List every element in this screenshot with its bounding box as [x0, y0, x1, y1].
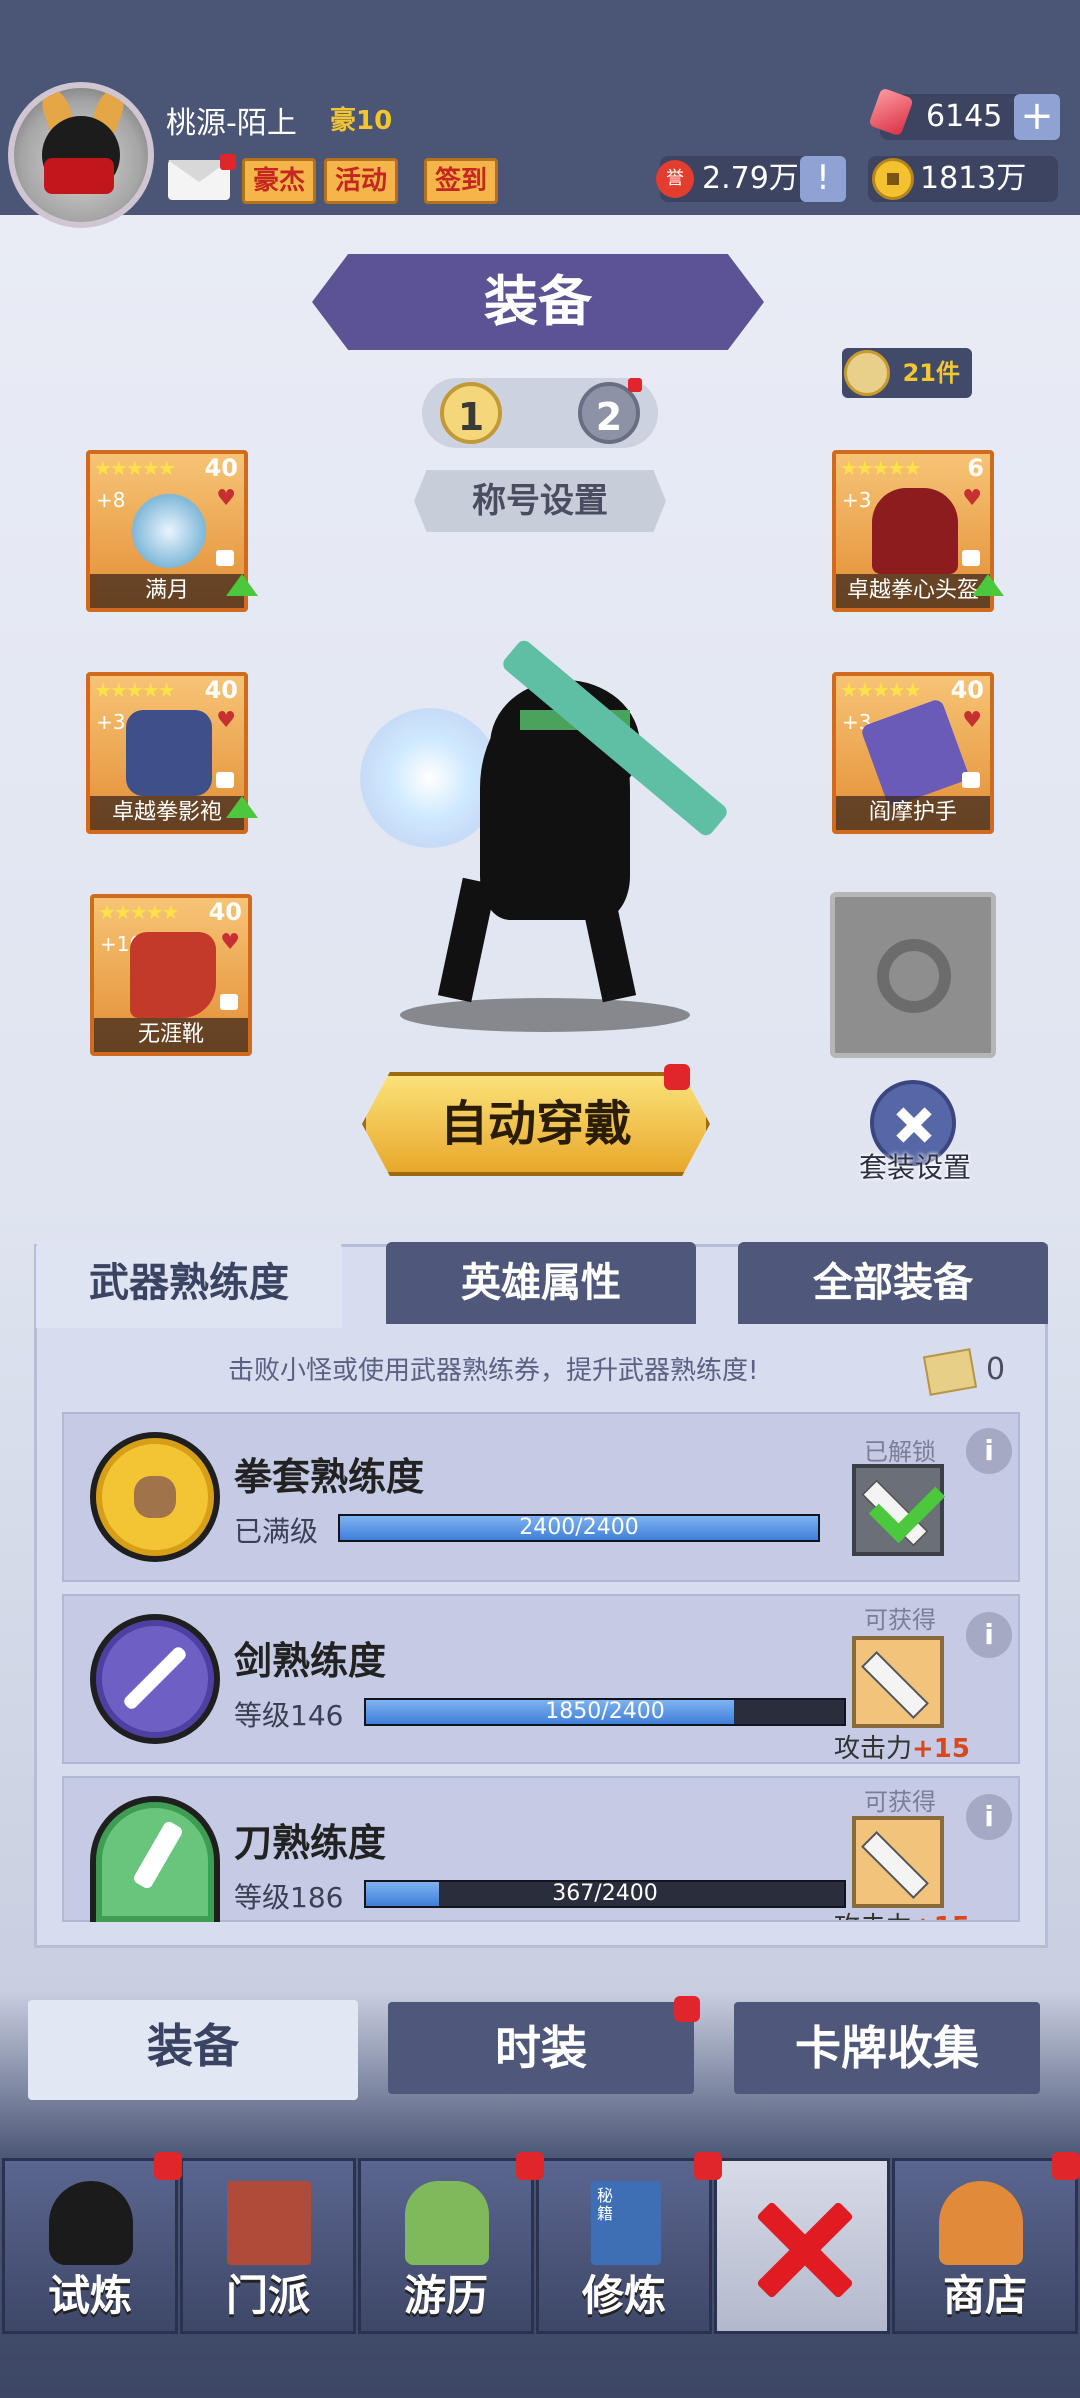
helmet-slot[interactable]: ★★★★★ 6 +3 ♥ 卓越拳心头盔	[832, 450, 994, 612]
empty-accessory-slot[interactable]	[830, 892, 996, 1058]
upgrade-arrow-icon	[226, 574, 258, 596]
proficiency-title: 剑熟练度	[234, 1639, 387, 1683]
proficiency-level: 已满级	[234, 1515, 319, 1548]
tab-all-equipment[interactable]: 全部装备	[738, 1242, 1048, 1324]
nav-cultivate-dot	[694, 2152, 722, 2180]
armor-slot[interactable]: ★★★★★ 40 +3 ♥ 卓越拳影袍	[86, 672, 248, 834]
upgrade-arrow-icon	[972, 574, 1004, 596]
boot-icon	[130, 932, 216, 1018]
claimed-reward-icon[interactable]	[852, 1464, 946, 1556]
gauntlet-icon	[859, 697, 971, 809]
mountain-icon	[405, 2181, 489, 2265]
proficiency-title: 拳套熟练度	[234, 1455, 425, 1499]
proficiency-bar: 1850/2400	[364, 1698, 846, 1726]
helmet-icon	[872, 488, 958, 574]
title-setting-button[interactable]: 称号设置	[414, 470, 666, 532]
nav-sect[interactable]: 门派	[180, 2158, 356, 2334]
vip-level: 豪10	[330, 106, 393, 136]
sword-medal-icon	[90, 1614, 220, 1744]
subtab-fashion[interactable]: 时装	[388, 2002, 694, 2094]
mail-notification-dot	[220, 154, 236, 170]
proficiency-title: 刀熟练度	[234, 1821, 387, 1865]
honor-icon: 誉	[656, 160, 694, 198]
moon-weapon-icon	[126, 488, 212, 574]
blade-reward-icon[interactable]	[852, 1816, 944, 1908]
fashion-dot	[674, 1996, 700, 2022]
lock-icon	[216, 550, 234, 566]
info-icon[interactable]: i	[966, 1612, 1012, 1658]
nav-trial-dot	[154, 2152, 182, 2180]
lock-icon	[216, 772, 234, 788]
loadout-2-dot	[628, 378, 642, 392]
gloves-slot[interactable]: ★★★★★ 40 +3 ♥ 阎摩护手	[832, 672, 994, 834]
nav-shop-dot	[1052, 2152, 1080, 2180]
page-title: 装备	[484, 270, 592, 333]
nav-cultivate[interactable]: 秘籍 修炼	[536, 2158, 712, 2334]
hero-shadow	[400, 998, 690, 1032]
nav-travel[interactable]: 游历	[358, 2158, 534, 2334]
blade-medal-icon	[90, 1796, 220, 1922]
boots-slot[interactable]: ★★★★★ 40 +10 ♥ 无涯靴	[90, 894, 252, 1056]
ticket-count: 0	[986, 1352, 1006, 1387]
proficiency-ticket-icon	[922, 1348, 978, 1396]
upgrade-arrow-icon	[226, 796, 258, 818]
loadout-1-button[interactable]: 1	[440, 382, 502, 444]
reward-state: 已解锁	[864, 1438, 936, 1466]
player-avatar[interactable]	[8, 82, 154, 228]
gold-coin-icon	[872, 158, 914, 200]
temple-icon	[227, 2181, 311, 2265]
nav-trial[interactable]: 试炼	[2, 2158, 178, 2334]
set-setting-label[interactable]: 套装设置	[840, 1146, 990, 1186]
nav-close[interactable]	[714, 2158, 890, 2334]
reward-state: 可获得	[864, 1788, 936, 1816]
add-gem-button[interactable]: +	[1014, 94, 1060, 140]
scroll-bag-icon	[844, 350, 890, 396]
auto-equip-button[interactable]: 自动穿戴	[362, 1072, 710, 1176]
tab-hero-attributes[interactable]: 英雄属性	[386, 1242, 696, 1324]
lock-icon	[962, 772, 980, 788]
proficiency-hint: 击败小怪或使用武器熟练券，提升武器熟练度!	[228, 1356, 759, 1386]
lock-icon	[962, 550, 980, 566]
attack-reward: 攻击力+15	[834, 1906, 970, 1920]
subtab-equipment[interactable]: 装备	[28, 2000, 358, 2100]
hero-tag-button[interactable]: 豪杰	[242, 158, 317, 204]
reward-state: 可获得	[864, 1606, 936, 1634]
tab-weapon-proficiency[interactable]: 武器熟练度	[36, 1242, 342, 1328]
attack-reward: 攻击力+15	[834, 1734, 970, 1764]
info-icon[interactable]: i	[966, 1794, 1012, 1840]
book-icon: 秘籍	[591, 2181, 661, 2265]
sword-reward-icon[interactable]	[852, 1636, 944, 1728]
honor-info-button[interactable]: !	[800, 156, 846, 202]
lock-icon	[220, 994, 238, 1010]
fist-medal-icon	[90, 1432, 220, 1562]
ninja-icon	[49, 2181, 133, 2265]
proficiency-level: 等级186	[234, 1881, 344, 1914]
proficiency-bar: 367/2400	[364, 1880, 846, 1908]
info-icon[interactable]: i	[966, 1428, 1012, 1474]
player-name: 桃源-陌上	[166, 106, 297, 141]
auto-equip-dot	[664, 1064, 690, 1090]
weapon-glow	[360, 708, 500, 848]
checkin-button[interactable]: 签到	[424, 158, 499, 204]
robe-icon	[126, 710, 212, 796]
subtab-card-collection[interactable]: 卡牌收集	[734, 2002, 1040, 2094]
weapon-slot[interactable]: ★★★★★ 40 +8 ♥ 满月	[86, 450, 248, 612]
proficiency-level: 等级146	[234, 1699, 344, 1732]
proficiency-bar: 2400/2400	[338, 1514, 820, 1542]
shop-icon	[939, 2181, 1023, 2265]
nav-travel-dot	[516, 2152, 544, 2180]
event-button[interactable]: 活动	[324, 158, 399, 204]
nav-shop[interactable]: 商店	[892, 2158, 1078, 2334]
